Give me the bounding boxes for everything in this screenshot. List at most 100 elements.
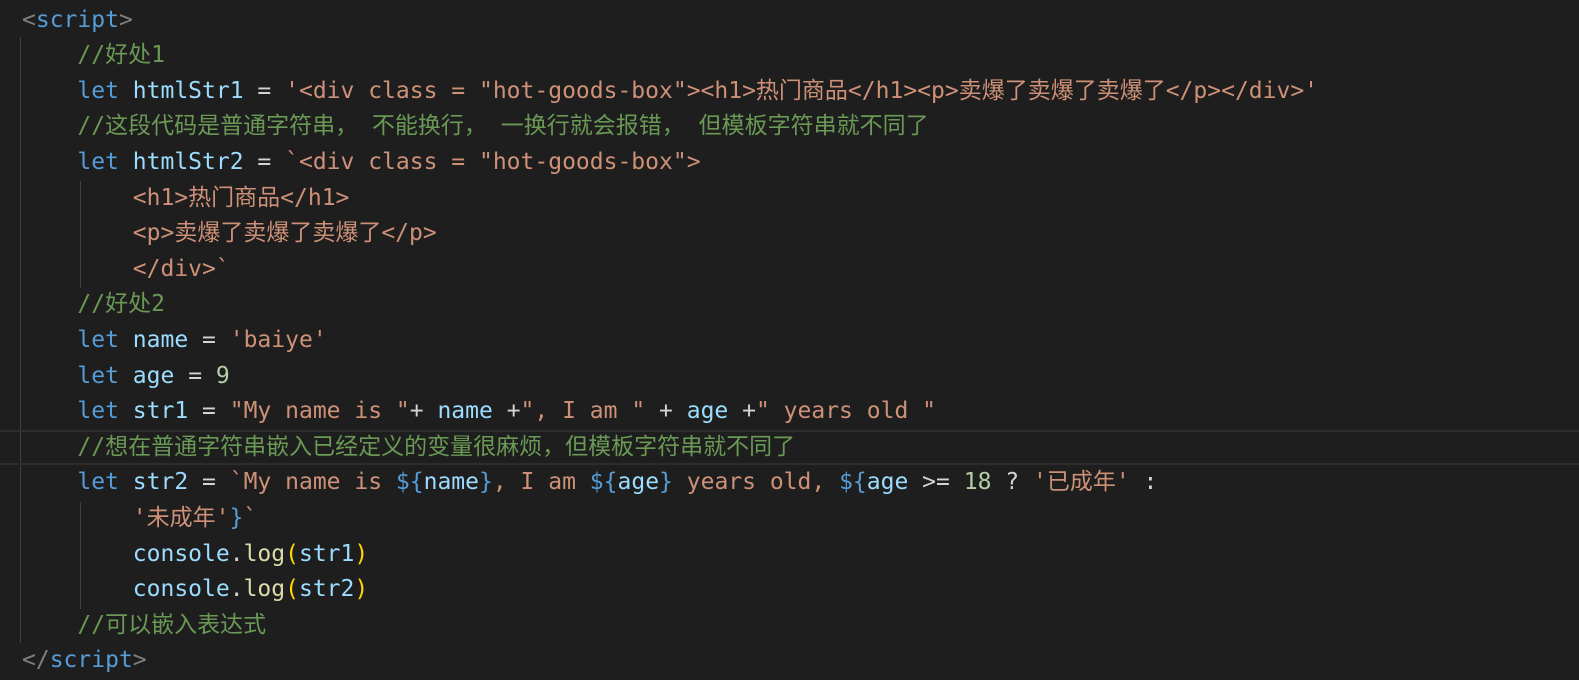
token-op: .	[229, 576, 244, 603]
token-op: =	[243, 148, 286, 175]
token-kw: let	[77, 362, 119, 389]
token-var: console	[132, 576, 230, 603]
token-var: console	[132, 540, 230, 567]
code-line[interactable]: '未成年'}`	[0, 501, 1579, 537]
token-op: =	[188, 469, 230, 496]
token-tag: </	[22, 647, 50, 674]
token-tag: >	[132, 647, 147, 674]
token-paren: )	[354, 576, 369, 603]
code-line[interactable]: let str2 = `My name is ${name}, I am ${a…	[0, 465, 1579, 501]
token-var: str2	[132, 469, 189, 496]
token-tag: >	[118, 6, 133, 33]
token-str: '未成年'	[132, 504, 230, 531]
token-cmt: //这段代码是普通字符串， 不能换行， 一换行就会报错， 但模板字符串就不同了	[77, 113, 929, 140]
code-line[interactable]: let age = 9	[0, 359, 1579, 395]
token-op: >=	[908, 469, 964, 496]
token-op: :	[1129, 469, 1158, 496]
token-str: <h1>热门商品</h1>	[132, 184, 350, 211]
code-line[interactable]: <p>卖爆了卖爆了卖爆了</p>	[0, 216, 1579, 252]
token-tpl: ${	[395, 469, 424, 496]
code-line[interactable]: </script>	[0, 643, 1579, 679]
code-line[interactable]: </div>`	[0, 252, 1579, 288]
code-editor[interactable]: <script> //好处1 let htmlStr1 = '<div clas…	[0, 0, 1579, 680]
token-op: =	[188, 398, 230, 425]
token-str: "My name is "	[229, 398, 410, 425]
token-tpl: }	[479, 469, 493, 496]
token-kw: let	[77, 326, 119, 353]
token-num: 18	[963, 469, 992, 496]
code-line[interactable]: console.log(str1)	[0, 537, 1579, 573]
token-var: name	[423, 469, 479, 496]
token-op: +	[728, 398, 756, 425]
code-line[interactable]: let htmlStr2 = `<div class = "hot-goods-…	[0, 145, 1579, 181]
code-line[interactable]: //好处2	[0, 287, 1579, 323]
token-var: age	[686, 398, 729, 425]
token-paren: (	[285, 576, 299, 603]
code-line[interactable]: //想在普通字符串嵌入已经定义的变量很麻烦，但模板字符串就不同了	[0, 429, 1579, 466]
code-line[interactable]: let name = 'baiye'	[0, 323, 1579, 359]
token-op: =	[188, 326, 230, 353]
code-line[interactable]: <h1>热门商品</h1>	[0, 181, 1579, 217]
code-line[interactable]: let str1 = "My name is "+ name +", I am …	[0, 394, 1579, 430]
token-str: " years old "	[755, 398, 936, 425]
code-line[interactable]: <script>	[0, 3, 1579, 39]
token-tpl: ${	[589, 469, 618, 496]
token-paren: (	[285, 540, 299, 567]
token-str: , I am	[492, 469, 590, 496]
code-line[interactable]: console.log(str2)	[0, 572, 1579, 608]
token-str: `<div class = "hot-goods-box">	[285, 148, 701, 175]
token-cmt: //好处1	[77, 42, 165, 69]
token-var: str1	[298, 540, 355, 567]
token-kw: let	[77, 398, 119, 425]
token-var: age	[132, 362, 175, 389]
token-tagname: script	[49, 647, 133, 674]
code-line[interactable]: //好处1	[0, 38, 1579, 74]
code-line[interactable]: //可以嵌入表达式	[0, 608, 1579, 644]
token-op: +	[645, 398, 687, 425]
token-str: `	[243, 504, 258, 531]
token-fn: log	[243, 540, 286, 567]
token-cmt: //想在普通字符串嵌入已经定义的变量很麻烦，但模板字符串就不同了	[77, 433, 796, 460]
token-tpl: ${	[839, 469, 867, 496]
token-op: =	[174, 362, 216, 389]
token-var: htmlStr1	[132, 77, 244, 104]
token-var: htmlStr2	[132, 148, 244, 175]
token-op: +	[409, 398, 438, 425]
code-line[interactable]: //这段代码是普通字符串， 不能换行， 一换行就会报错， 但模板字符串就不同了	[0, 109, 1579, 145]
token-str: '<div class = "hot-goods-box"><h1>热门商品</…	[285, 77, 1319, 104]
token-var: name	[132, 326, 189, 353]
token-op: .	[229, 540, 244, 567]
code-line[interactable]: let htmlStr1 = '<div class = "hot-goods-…	[0, 74, 1579, 110]
token-kw: let	[77, 469, 119, 496]
token-tag: <	[22, 6, 36, 33]
token-str: `My name is	[229, 469, 396, 496]
token-var: name	[437, 398, 493, 425]
token-tagname: script	[35, 6, 119, 33]
token-str: </div>`	[132, 255, 230, 282]
token-kw: let	[77, 77, 119, 104]
token-str: <p>卖爆了卖爆了卖爆了</p>	[132, 220, 437, 247]
token-cmt: //好处2	[77, 291, 165, 318]
token-var: str1	[132, 398, 189, 425]
token-str: '已成年'	[1032, 469, 1130, 496]
token-tpl: }	[659, 469, 673, 496]
token-var: str2	[298, 576, 355, 603]
